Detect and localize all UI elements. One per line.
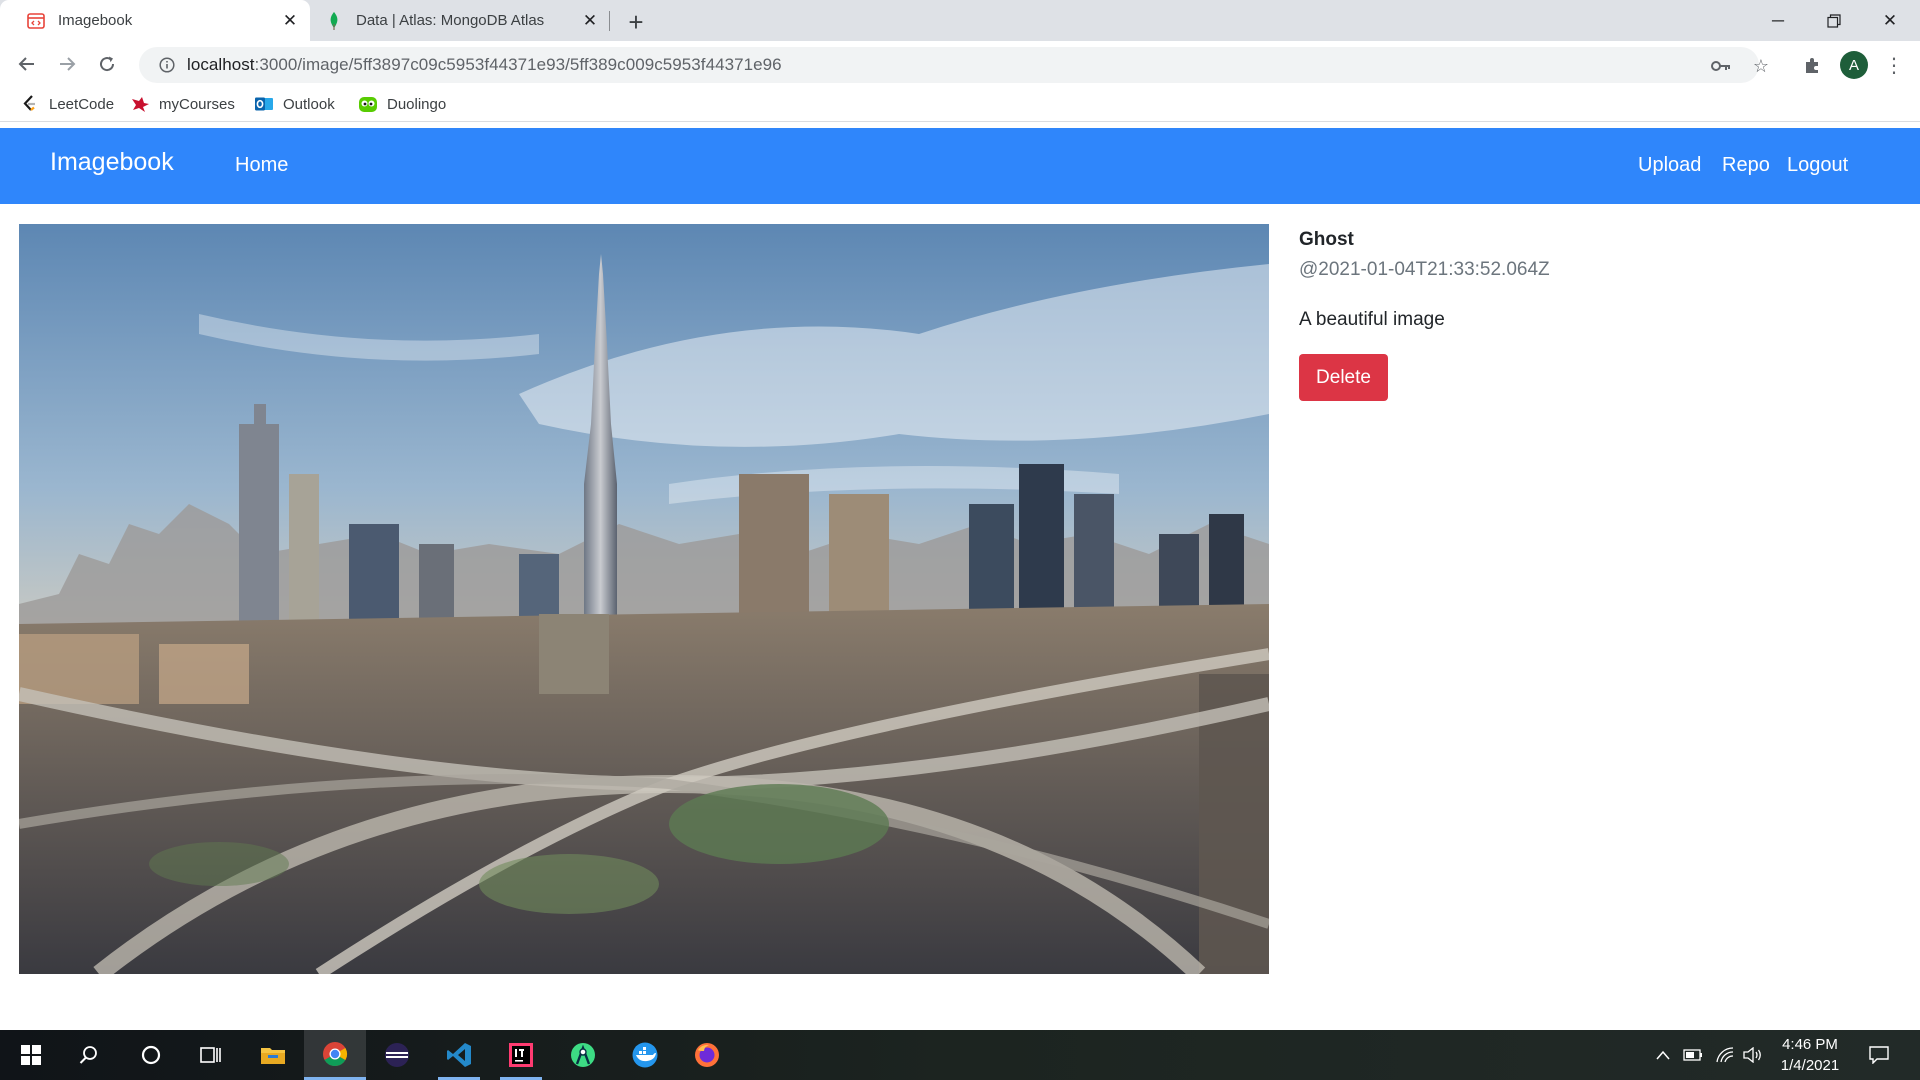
bookmark-label: LeetCode — [49, 95, 115, 113]
clock-date: 1/4/2021 — [1780, 1057, 1840, 1074]
task-view-icon[interactable] — [180, 1030, 242, 1080]
tab-imagebook[interactable]: Imagebook ✕ — [0, 0, 310, 41]
post-author: Ghost — [1299, 229, 1354, 250]
chrome-icon[interactable] — [304, 1030, 366, 1080]
start-icon[interactable] — [0, 1030, 62, 1080]
key-icon[interactable] — [1709, 54, 1733, 78]
outlook-icon — [254, 94, 274, 114]
navbar-brand[interactable]: Imagebook — [50, 148, 174, 177]
forward-icon[interactable] — [52, 49, 82, 79]
more-menu-icon[interactable]: ⋮ — [1882, 53, 1906, 77]
browser-tab-bar: Imagebook ✕ Data | Atlas: MongoDB Atlas … — [0, 0, 1920, 41]
extensions-icon[interactable] — [1800, 53, 1824, 77]
notifications-icon[interactable] — [1868, 1045, 1890, 1065]
show-hidden-icons-icon[interactable] — [1652, 1045, 1674, 1065]
site-info-icon[interactable] — [149, 57, 185, 73]
eclipse-icon[interactable] — [366, 1030, 428, 1080]
site-navbar: Imagebook Home Upload Repo Logout — [0, 128, 1920, 204]
clock-time: 4:46 PM — [1782, 1036, 1838, 1053]
code-page-icon — [26, 11, 46, 31]
docker-icon[interactable] — [614, 1030, 676, 1080]
bookmark-leetcode[interactable]: LeetCode — [20, 92, 114, 116]
url-text: localhost:3000/image/5ff3897c09c5953f443… — [187, 55, 782, 75]
post-description: A beautiful image — [1299, 309, 1445, 330]
back-icon[interactable] — [12, 49, 42, 79]
nav-link-logout[interactable]: Logout — [1787, 154, 1848, 177]
bookmark-mycourses[interactable]: myCourses — [130, 92, 235, 116]
restore-icon[interactable] — [1806, 0, 1862, 41]
close-tab-icon[interactable]: ✕ — [278, 9, 302, 33]
battery-icon[interactable] — [1682, 1045, 1704, 1065]
tab-title: Imagebook — [58, 12, 133, 29]
post-image — [19, 224, 1269, 974]
cortana-icon[interactable] — [120, 1030, 182, 1080]
address-bar[interactable]: localhost:3000/image/5ff3897c09c5953f443… — [139, 47, 1769, 83]
search-icon[interactable] — [58, 1030, 120, 1080]
vscode-icon[interactable] — [428, 1030, 490, 1080]
intellij-icon[interactable] — [490, 1030, 552, 1080]
android-studio-icon[interactable] — [552, 1030, 614, 1080]
url-path: :3000/image/5ff3897c09c5953f44371e93/5ff… — [254, 55, 782, 74]
file-explorer-icon[interactable] — [242, 1030, 304, 1080]
bookmark-label: Outlook — [283, 95, 335, 113]
tab-separator — [609, 11, 610, 31]
tab-title: Data | Atlas: MongoDB Atlas — [356, 12, 545, 29]
bookmark-duolingo[interactable]: Duolingo — [358, 92, 446, 116]
profile-avatar[interactable]: A — [1840, 51, 1868, 79]
bookmark-label: Duolingo — [387, 95, 447, 113]
leetcode-icon — [20, 94, 40, 114]
new-tab-icon[interactable]: + — [622, 7, 650, 37]
reload-icon[interactable] — [92, 49, 122, 79]
nav-link-repo[interactable]: Repo — [1722, 154, 1770, 177]
delete-button[interactable]: Delete — [1299, 354, 1388, 401]
nav-link-home[interactable]: Home — [235, 154, 288, 177]
url-host: localhost — [187, 55, 255, 74]
close-window-icon[interactable]: ✕ — [1862, 0, 1918, 41]
bookmarks-bar: LeetCode myCourses Outlook Duolingo — [0, 87, 1920, 122]
browser-toolbar: localhost:3000/image/5ff3897c09c5953f443… — [0, 41, 1920, 87]
system-clock[interactable]: 4:46 PM 1/4/2021 — [1760, 1034, 1860, 1076]
mycourses-icon — [130, 94, 150, 114]
bookmark-star-icon[interactable]: ☆ — [1749, 54, 1773, 78]
nav-link-upload[interactable]: Upload — [1638, 154, 1701, 177]
close-tab-icon[interactable]: ✕ — [578, 9, 602, 33]
bookmark-label: myCourses — [159, 95, 235, 113]
wifi-icon[interactable] — [1714, 1045, 1736, 1065]
firefox-icon[interactable] — [676, 1030, 738, 1080]
mongodb-leaf-icon — [324, 11, 344, 31]
windows-taskbar: 4:46 PM 1/4/2021 — [0, 1030, 1920, 1080]
bookmark-outlook[interactable]: Outlook — [254, 92, 335, 116]
minimize-icon[interactable]: ─ — [1750, 0, 1806, 41]
duolingo-icon — [358, 94, 378, 114]
post-timestamp: @2021-01-04T21:33:52.064Z — [1299, 259, 1550, 280]
tab-mongodb-atlas[interactable]: Data | Atlas: MongoDB Atlas ✕ — [310, 0, 610, 41]
